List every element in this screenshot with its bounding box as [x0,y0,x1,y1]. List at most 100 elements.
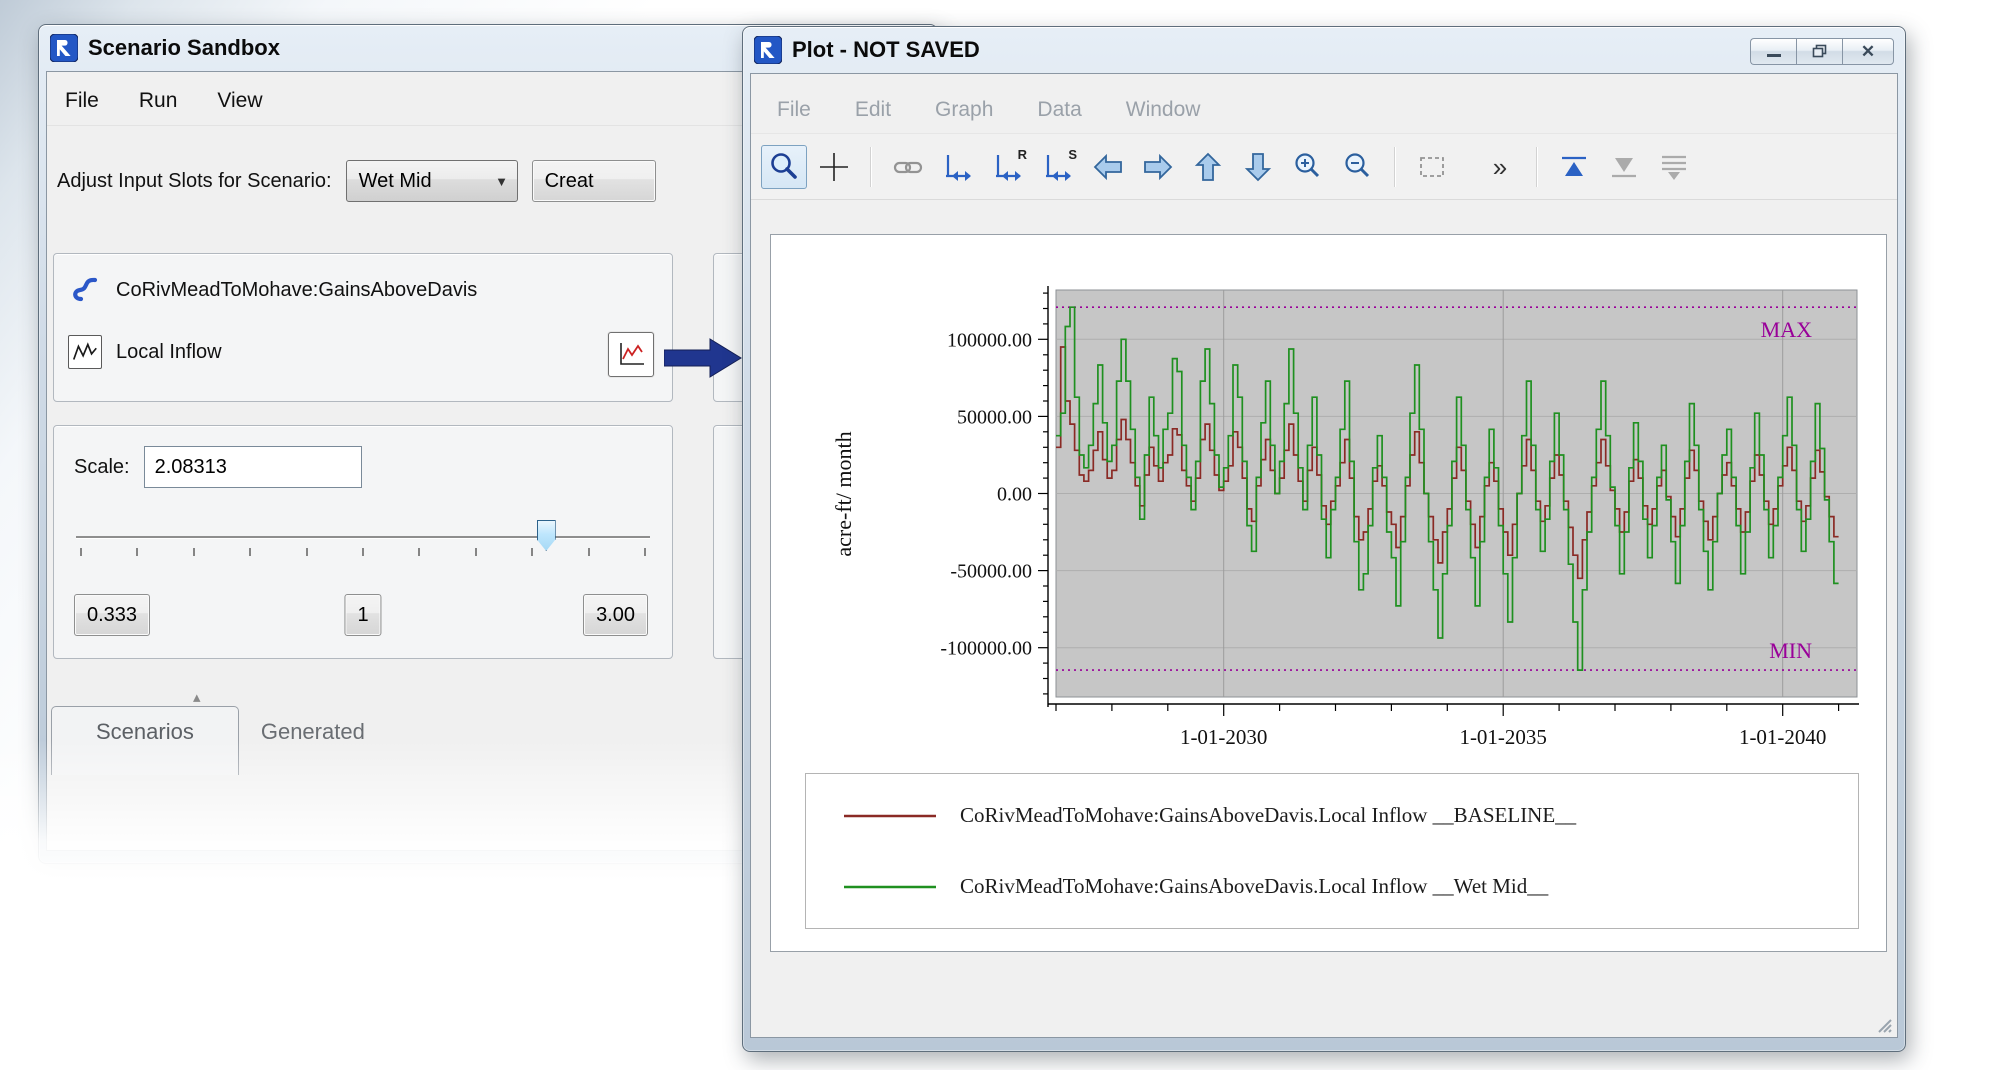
menu-item-edit[interactable]: Edit [855,98,891,122]
legend-label-baseline: CoRivMeadToMohave:GainsAboveDavis.Local … [960,803,1576,828]
plot-menubar: File Edit Graph Data Window [751,74,1897,134]
minimize-icon [1767,54,1781,57]
arrow-right-icon [1142,151,1174,183]
y-tick-label: 100000.00 [947,329,1032,351]
crosshair-icon [818,151,850,183]
tab-generated[interactable]: Generated [261,719,365,775]
plot-canvas[interactable]: MAX MIN 100000.00 50000.00 0.00 -50000.00 -100… [771,235,1888,760]
dashed-rectangle-icon [1416,151,1448,183]
line-min-button[interactable] [1601,145,1647,189]
slot-name-label: Local Inflow [116,341,222,364]
max-label: MAX [1761,317,1812,342]
legend-entry-baseline[interactable]: CoRivMeadToMohave:GainsAboveDavis.Local … [806,803,1858,828]
plot-titlebar[interactable]: Plot - NOT SAVED ✕ [750,27,1898,73]
series-slot-icon [68,335,102,369]
create-scenario-button[interactable]: Creat [532,160,656,202]
tab-scenarios[interactable]: Scenarios [51,706,239,775]
menu-item-window[interactable]: Window [1126,98,1201,122]
adjust-slots-row: Adjust Input Slots for Scenario: Wet Mid… [57,160,656,202]
pan-down-button[interactable] [1235,145,1281,189]
toolbar-separator [870,147,872,187]
toolbar-overflow-button[interactable]: » [1477,145,1523,189]
scale-groupbox: Scale: 0.333 1 3.00 [53,425,673,659]
slot-object-name: CoRivMeadToMohave:GainsAboveDavis [116,279,477,302]
toolbar-separator [1394,147,1396,187]
scale-slider-handle[interactable] [537,520,556,551]
line-list-button[interactable] [1651,145,1697,189]
slot-name-row[interactable]: Local Inflow [68,330,222,374]
pan-left-button[interactable] [1085,145,1131,189]
arrow-left-icon [1092,151,1124,183]
scale-value-input[interactable] [144,446,362,488]
plot-toolbar: R S [751,134,1897,200]
x-tick-label: 1-01-2030 [1180,725,1268,749]
pan-right-button[interactable] [1135,145,1181,189]
x-tick-label: 1-01-2035 [1459,725,1547,749]
menu-item-file[interactable]: File [65,89,99,113]
plot-title: Plot - NOT SAVED [792,37,980,63]
magnifier-icon [768,151,800,183]
caret-icon: ▴ [193,688,201,706]
plot-legend: CoRivMeadToMohave:GainsAboveDavis.Local … [805,773,1859,929]
scale-axis-s-button[interactable]: S [1035,145,1081,189]
scale-axis-button[interactable] [935,145,981,189]
scenario-combobox[interactable]: Wet Mid ▼ [346,160,518,202]
x-tick-label: 1-01-2040 [1739,725,1827,749]
y-axis-title: acre-ft/ month [831,431,856,556]
plot-content: File Edit Graph Data Window [750,73,1898,1038]
scale-min-button[interactable]: 0.333 [74,594,150,636]
zoom-select-button[interactable] [761,145,807,189]
zoom-in-icon [1292,151,1324,183]
slider-track[interactable] [76,536,650,538]
triangle-up-line-icon [1558,151,1590,183]
maximize-button[interactable] [1796,38,1842,65]
desktop: Scenario Sandbox File Run View Adjust In… [0,0,2000,1070]
pan-up-button[interactable] [1185,145,1231,189]
menu-item-data[interactable]: Data [1037,98,1081,122]
crosshair-button[interactable] [811,145,857,189]
zoom-in-button[interactable] [1285,145,1331,189]
zoom-out-icon [1342,151,1374,183]
scale-one-button[interactable]: 1 [344,594,381,636]
close-button[interactable]: ✕ [1842,38,1894,65]
chevron-double-right-icon: » [1487,154,1513,180]
y-tick-label: -50000.00 [950,561,1032,583]
min-label: MIN [1769,638,1812,663]
scale-slider[interactable] [76,518,650,570]
lines-triangle-down-icon [1658,151,1690,183]
legend-entry-wetmid[interactable]: CoRivMeadToMohave:GainsAboveDavis.Local … [806,874,1858,899]
chevron-down-icon: ▼ [487,174,517,189]
slot-object-row[interactable]: CoRivMeadToMohave:GainsAboveDavis [68,268,477,312]
riverware-logo-icon [754,36,782,64]
triangle-down-line-icon [1608,151,1640,183]
slider-ticks [80,548,646,556]
link-axes-button[interactable] [885,145,931,189]
y-tick-label: 50000.00 [957,406,1032,428]
scale-axis-r-button[interactable]: R [985,145,1031,189]
scale-max-button[interactable]: 3.00 [583,594,648,636]
open-plot-button[interactable] [608,332,654,377]
resize-grip[interactable] [1875,1016,1893,1034]
input-slot-groupbox: CoRivMeadToMohave:GainsAboveDavis Local … [53,253,673,402]
menu-item-file[interactable]: File [777,98,811,122]
window-controls: ✕ [1750,38,1894,65]
scale-row: Scale: [74,446,362,488]
menu-item-graph[interactable]: Graph [935,98,993,122]
adjust-slots-label: Adjust Input Slots for Scenario: [57,170,332,193]
scale-preset-buttons: 0.333 1 3.00 [54,594,672,638]
restore-icon [1812,44,1828,58]
zoom-out-button[interactable] [1335,145,1381,189]
menu-item-view[interactable]: View [217,89,262,113]
minimize-button[interactable] [1750,38,1796,65]
y-tick-label: 0.00 [997,484,1032,506]
select-region-button[interactable] [1409,145,1455,189]
mini-plot-icon [613,338,649,372]
scale-label: Scale: [74,456,130,479]
y-tick-label: -100000.00 [940,638,1032,660]
line-max-button[interactable] [1551,145,1597,189]
riverware-logo-icon [50,34,78,62]
menu-item-run[interactable]: Run [139,89,178,113]
plot-panel: MAX MIN 100000.00 50000.00 0.00 -50000.00 -100… [770,234,1887,952]
axis-letter-s: S [1068,147,1077,162]
axis-letter-r: R [1018,147,1027,162]
